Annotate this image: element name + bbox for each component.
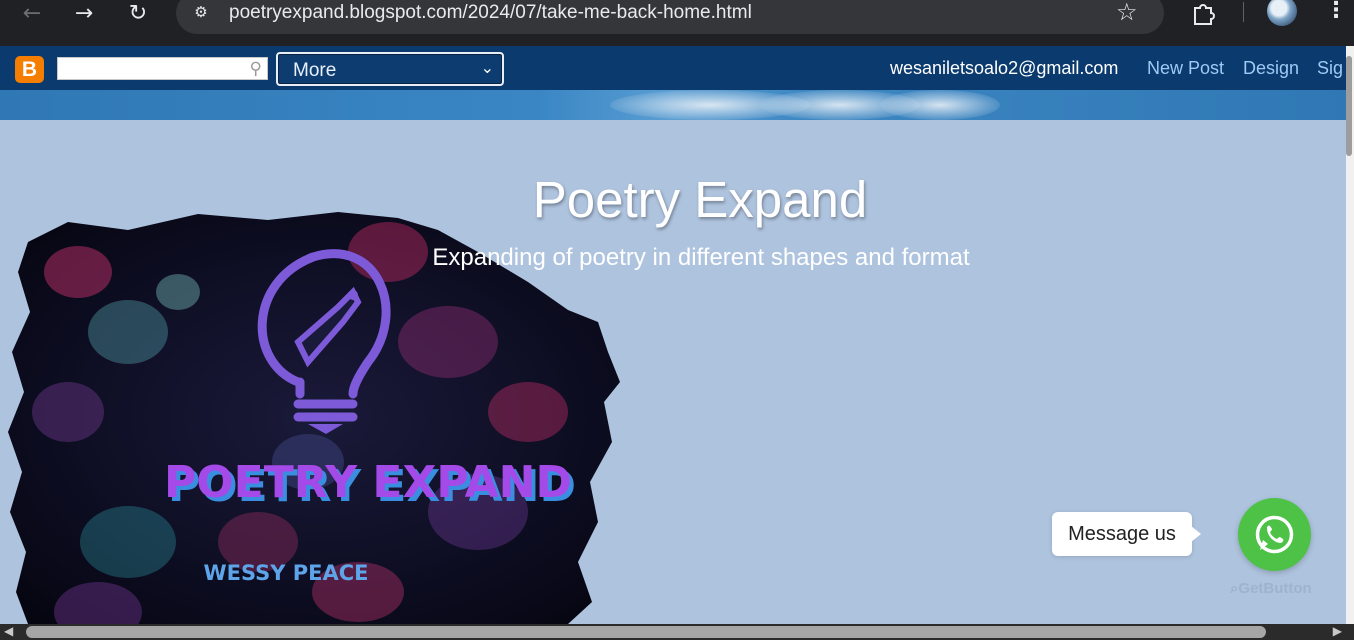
site-info-icon[interactable]: ⚙ [190,1,212,23]
header-image-title: POETRY EXPAND [164,457,572,508]
blogger-logo-icon[interactable]: B [15,56,44,83]
user-email: wesaniletsoalo2@gmail.com [890,58,1119,78]
design-link[interactable]: Design [1243,58,1299,79]
back-button[interactable]: ← [16,0,48,26]
toolbar-divider [1243,2,1244,22]
reload-button[interactable]: ↻ [122,0,154,26]
kebab-icon[interactable]: ⋮ [1325,0,1347,23]
browser-toolbar: ← → ↻ ⚙ poetryexpand.blogspot.com/2024/0… [0,0,1354,46]
blog-title[interactable]: Poetry Expand [0,170,1354,229]
header-image-author: WESSY PEACE [203,561,368,585]
message-us-bubble[interactable]: Message us [1052,512,1201,556]
puzzle-icon[interactable] [1190,0,1216,26]
getbutton-brand: ⌕GetButton [1230,580,1312,597]
new-post-link[interactable]: New Post [1147,58,1224,79]
more-dropdown-label: More [293,60,337,81]
vertical-scrollbar[interactable] [1346,46,1354,624]
blog-header-image: POETRY EXPAND POETRY EXPAND WESSY PEACE [8,212,628,624]
search-icon[interactable]: ⚲ [250,59,262,79]
scroll-left-icon[interactable]: ◀ [4,624,13,638]
more-dropdown[interactable]: More ⌄ [276,52,504,86]
sign-out-link[interactable]: Sig [1317,58,1343,79]
star-icon[interactable]: ☆ [1116,0,1138,26]
blog-search-input[interactable]: ⚲ [57,57,268,80]
forward-button[interactable]: → [68,0,100,26]
scroll-right-icon[interactable]: ▶ [1333,624,1342,638]
profile-avatar[interactable] [1267,0,1297,26]
blog-description: Expanding of poetry in different shapes … [432,244,970,271]
header-background [0,90,1346,120]
blogger-navbar: B ⚲ More ⌄ wesaniletsoalo2@gmail.com New… [0,46,1346,90]
url-text[interactable]: poetryexpand.blogspot.com/2024/07/take-m… [229,2,752,24]
whatsapp-button[interactable] [1238,498,1311,571]
vertical-scrollbar-thumb[interactable] [1346,56,1352,156]
chevron-down-icon: ⌄ [480,58,494,77]
horizontal-scrollbar-thumb[interactable] [26,626,1266,638]
whatsapp-icon [1255,515,1294,554]
horizontal-scrollbar[interactable]: ◀ ▶ [0,624,1354,640]
